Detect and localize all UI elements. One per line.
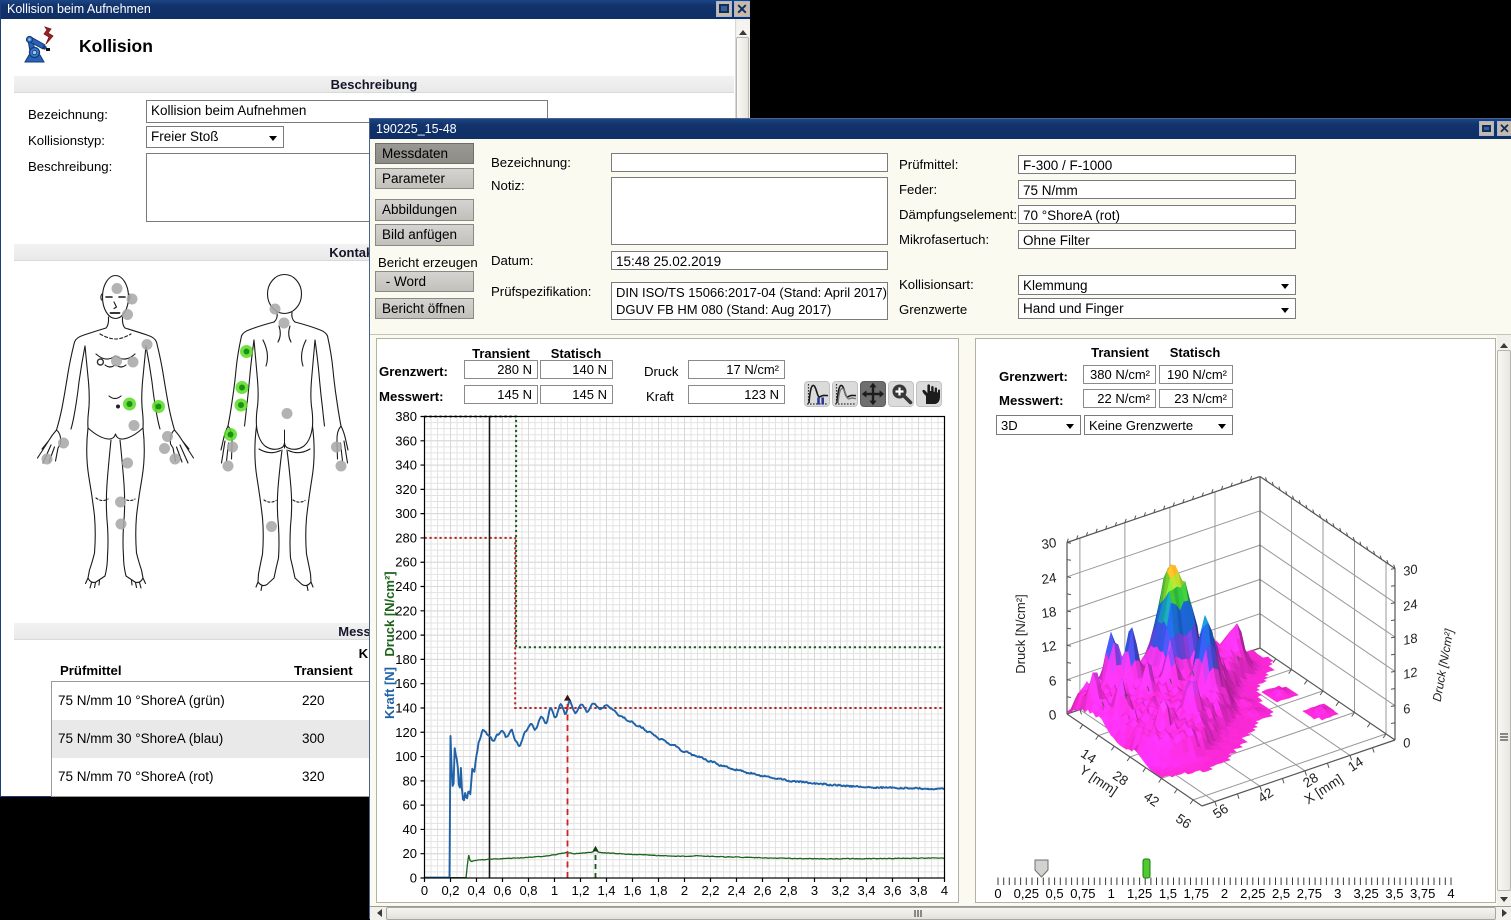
svg-text:0: 0 <box>1048 707 1058 723</box>
svg-text:60: 60 <box>403 798 417 813</box>
svg-text:2: 2 <box>681 883 688 898</box>
svg-text:2,8: 2,8 <box>779 883 797 898</box>
svg-text:30: 30 <box>1402 561 1420 579</box>
svg-text:1,75: 1,75 <box>1184 886 1209 901</box>
svg-text:3,8: 3,8 <box>909 883 927 898</box>
svg-text:300: 300 <box>395 506 417 521</box>
svg-text:80: 80 <box>403 773 417 788</box>
svg-text:2,4: 2,4 <box>727 883 745 898</box>
svg-text:Kraft [N]: Kraft [N] <box>382 667 397 719</box>
svg-text:1,6: 1,6 <box>623 883 641 898</box>
svg-text:0,8: 0,8 <box>519 883 537 898</box>
svg-text:12: 12 <box>1040 638 1057 655</box>
svg-text:42: 42 <box>1255 785 1276 806</box>
svg-text:3,5: 3,5 <box>1385 886 1403 901</box>
svg-text:40: 40 <box>403 822 417 837</box>
svg-text:1,5: 1,5 <box>1159 886 1177 901</box>
svg-text:56: 56 <box>1173 811 1194 832</box>
svg-text:3: 3 <box>1334 886 1341 901</box>
svg-text:0,75: 0,75 <box>1070 886 1095 901</box>
svg-text:3,25: 3,25 <box>1353 886 1378 901</box>
svg-text:0: 0 <box>421 883 428 898</box>
svg-text:0,2: 0,2 <box>441 883 459 898</box>
svg-text:240: 240 <box>395 579 417 594</box>
svg-text:4: 4 <box>1447 886 1454 901</box>
svg-text:3,75: 3,75 <box>1410 886 1435 901</box>
svg-text:18: 18 <box>1040 604 1057 621</box>
svg-text:1,2: 1,2 <box>571 883 589 898</box>
svg-text:120: 120 <box>395 725 417 740</box>
svg-text:0,6: 0,6 <box>493 883 511 898</box>
svg-text:4: 4 <box>941 883 948 898</box>
svg-text:360: 360 <box>395 433 417 448</box>
svg-text:2,25: 2,25 <box>1240 886 1265 901</box>
svg-text:0: 0 <box>410 871 417 886</box>
svg-text:42: 42 <box>1141 789 1162 810</box>
svg-text:3: 3 <box>811 883 818 898</box>
svg-text:160: 160 <box>395 676 417 691</box>
svg-text:6: 6 <box>1402 701 1413 717</box>
svg-text:2: 2 <box>1221 886 1228 901</box>
svg-text:180: 180 <box>395 652 417 667</box>
svg-text:56: 56 <box>1210 801 1231 822</box>
svg-text:2,75: 2,75 <box>1297 886 1322 901</box>
svg-text:0: 0 <box>994 886 1001 901</box>
svg-text:3,6: 3,6 <box>883 883 901 898</box>
svg-text:Druck [N/cm²]: Druck [N/cm²] <box>1430 627 1457 702</box>
svg-text:0,4: 0,4 <box>467 883 485 898</box>
svg-text:3,4: 3,4 <box>857 883 875 898</box>
svg-text:280: 280 <box>395 530 417 545</box>
svg-text:24: 24 <box>1040 570 1057 587</box>
svg-text:1,25: 1,25 <box>1127 886 1152 901</box>
svg-text:200: 200 <box>395 628 417 643</box>
svg-text:380: 380 <box>395 409 417 424</box>
svg-text:1,8: 1,8 <box>649 883 667 898</box>
svg-text:20: 20 <box>403 846 417 861</box>
svg-text:0: 0 <box>1402 735 1413 751</box>
svg-text:1: 1 <box>1108 886 1115 901</box>
svg-text:140: 140 <box>395 701 417 716</box>
svg-text:260: 260 <box>395 555 417 570</box>
svg-text:100: 100 <box>395 749 417 764</box>
svg-text:14: 14 <box>1345 754 1366 775</box>
svg-text:Druck [N/cm²]: Druck [N/cm²] <box>382 571 397 656</box>
svg-text:Druck [N/cm²]: Druck [N/cm²] <box>1013 594 1028 673</box>
svg-text:12: 12 <box>1402 664 1420 682</box>
svg-text:220: 220 <box>395 603 417 618</box>
svg-text:3,2: 3,2 <box>831 883 849 898</box>
svg-text:2,2: 2,2 <box>701 883 719 898</box>
svg-text:2,5: 2,5 <box>1272 886 1290 901</box>
svg-text:6: 6 <box>1048 673 1058 689</box>
svg-text:30: 30 <box>1040 535 1057 552</box>
svg-text:1: 1 <box>551 883 558 898</box>
svg-text:0,25: 0,25 <box>1014 886 1039 901</box>
svg-text:18: 18 <box>1402 630 1420 648</box>
svg-text:340: 340 <box>395 458 417 473</box>
svg-text:1,4: 1,4 <box>597 883 615 898</box>
svg-text:0,5: 0,5 <box>1046 886 1064 901</box>
svg-text:24: 24 <box>1401 596 1419 614</box>
svg-text:2,6: 2,6 <box>753 883 771 898</box>
svg-text:320: 320 <box>395 482 417 497</box>
